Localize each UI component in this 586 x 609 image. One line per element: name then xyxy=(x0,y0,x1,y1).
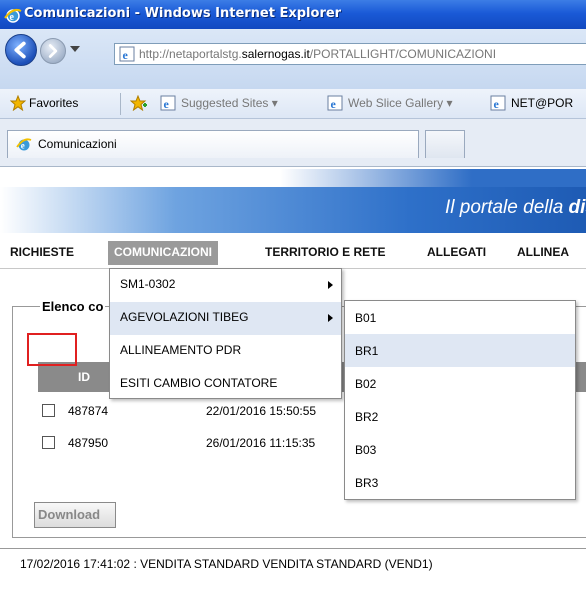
portal-banner: Il portale della dis xyxy=(0,167,586,235)
submenu-item-br3[interactable]: BR3 xyxy=(345,466,575,499)
svg-text:e: e xyxy=(123,48,129,62)
web-slice-gallery-icon: e xyxy=(327,95,343,111)
download-button[interactable]: Download xyxy=(34,502,116,528)
menu-item-allinea[interactable]: ALLINEA xyxy=(517,245,569,259)
submenu-item-b02[interactable]: B02 xyxy=(345,367,575,400)
row-date: 26/01/2016 11:15:35 xyxy=(206,436,316,450)
page-icon: e xyxy=(119,46,135,62)
dropdown-item-label: SM1-0302 xyxy=(120,277,176,291)
window-title: Comunicazioni - Windows Internet Explore… xyxy=(24,6,342,21)
suggested-sites-icon: e xyxy=(160,95,176,111)
add-favorite-icon[interactable] xyxy=(130,95,148,111)
address-bar[interactable]: e http://netaportalstg.salernogas.it/POR… xyxy=(114,43,586,65)
forward-button[interactable] xyxy=(40,38,66,64)
menu-item-comunicazioni[interactable]: COMUNICAZIONI xyxy=(108,241,218,265)
ie-page-icon: e xyxy=(16,138,32,151)
svg-text:e: e xyxy=(164,97,170,111)
dropdown-item-label: ESITI CAMBIO CONTATORE xyxy=(120,376,278,390)
favorites-bar: Favorites e Suggested Sites ▾ e Web Slic… xyxy=(0,89,586,119)
agevolazioni-submenu: B01 BR1 B02 BR2 B03 BR3 xyxy=(344,300,576,500)
dropdown-item-label: ALLINEAMENTO PDR xyxy=(120,343,242,357)
banner-stripe xyxy=(280,169,586,187)
banner-slogan: Il portale della dis xyxy=(444,197,586,218)
history-dropdown-icon[interactable] xyxy=(70,46,80,52)
dropdown-item-agevolazioni-tibeg[interactable]: AGEVOLAZIONI TIBEG xyxy=(110,302,341,335)
row-date: 22/01/2016 15:50:55 xyxy=(206,404,317,418)
menu-item-territorio-e-rete[interactable]: TERRITORIO E RETE xyxy=(265,245,385,259)
row-id: 487874 xyxy=(68,404,109,418)
netapor-icon: e xyxy=(490,95,506,111)
tab-bar: e Comunicazioni xyxy=(0,119,586,167)
dropdown-item-label: AGEVOLAZIONI TIBEG xyxy=(120,310,249,324)
menu-item-richieste[interactable]: RICHIESTE xyxy=(10,245,74,259)
highlight-marker xyxy=(27,333,77,366)
tab-comunicazioni[interactable]: e Comunicazioni xyxy=(7,130,419,158)
forward-arrow-icon xyxy=(48,44,58,58)
favorites-button[interactable]: Favorites xyxy=(29,96,78,110)
dropdown-item-sm1-0302[interactable]: SM1-0302 xyxy=(110,269,341,302)
dropdown-item-allineamento-pdr[interactable]: ALLINEAMENTO PDR xyxy=(110,335,341,368)
main-menu: RICHIESTE COMUNICAZIONI TERRITORIO E RET… xyxy=(0,236,586,269)
web-slice-gallery-link[interactable]: Web Slice Gallery ▾ xyxy=(348,96,453,110)
favorites-separator xyxy=(120,93,121,115)
submenu-arrow-icon xyxy=(328,281,333,289)
suggested-sites-link[interactable]: Suggested Sites ▾ xyxy=(181,96,278,110)
svg-text:e: e xyxy=(331,97,337,111)
window-title-bar: e Comunicazioni - Windows Internet Explo… xyxy=(0,0,586,29)
new-tab-button[interactable] xyxy=(425,130,465,158)
row-id: 487950 xyxy=(68,436,109,450)
dropdown-item-esiti-cambio-contatore[interactable]: ESITI CAMBIO CONTATORE xyxy=(110,368,341,401)
netapor-link[interactable]: NET@POR xyxy=(511,96,573,110)
ie-logo-icon: e xyxy=(4,8,22,23)
tab-label: Comunicazioni xyxy=(38,137,117,151)
comunicazioni-dropdown: SM1-0302 AGEVOLAZIONI TIBEG ALLINEAMENTO… xyxy=(109,268,342,399)
url-prefix: http://netaportalstg. xyxy=(139,47,242,61)
svg-text:e: e xyxy=(494,97,500,111)
submenu-arrow-icon xyxy=(328,314,333,322)
section-title: Elenco co xyxy=(40,299,106,314)
back-button[interactable] xyxy=(5,34,37,66)
status-line: 17/02/2016 17:41:02 : VENDITA STANDARD V… xyxy=(0,548,586,578)
navigation-bar: e http://netaportalstg.salernogas.it/POR… xyxy=(0,29,586,89)
row-checkbox[interactable] xyxy=(42,404,55,417)
submenu-item-br1[interactable]: BR1 xyxy=(345,334,575,367)
url-path: /PORTALLIGHT/COMUNICAZIONI xyxy=(309,47,497,61)
menu-item-allegati[interactable]: ALLEGATI xyxy=(427,245,486,259)
submenu-item-b01[interactable]: B01 xyxy=(345,301,575,334)
submenu-item-b03[interactable]: B03 xyxy=(345,433,575,466)
row-checkbox[interactable] xyxy=(42,436,55,449)
url-domain: salernogas.it xyxy=(241,47,310,61)
favorites-star-icon xyxy=(10,95,26,111)
column-header-id[interactable]: ID xyxy=(78,370,90,384)
back-arrow-icon xyxy=(14,41,26,59)
submenu-item-br2[interactable]: BR2 xyxy=(345,400,575,433)
